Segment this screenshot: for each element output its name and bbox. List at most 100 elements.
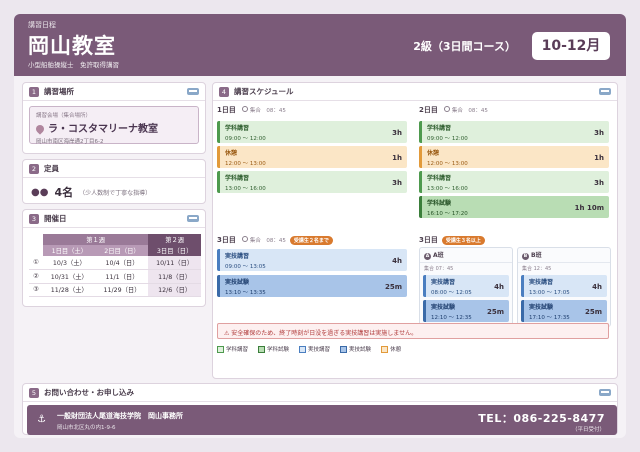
map-pin-icon xyxy=(34,123,46,135)
day1-column: 1日目 集合 08：45 学科講習 09:00 ～ 12:00 3h 休憩 12… xyxy=(217,105,413,229)
meet-time: 集合 08：45 xyxy=(241,236,286,244)
col-day3: 3日目（日） xyxy=(148,245,201,256)
group-b-header: B B班 xyxy=(518,248,610,263)
people-icon: ●● xyxy=(31,186,49,198)
group-a-header: A A班 xyxy=(420,248,512,263)
schedule-card-header: 4 講習スケジュール xyxy=(213,83,617,101)
practical-exam-block: 実技試験 12:10 ～ 12:35 25m xyxy=(423,300,509,322)
business-hours: （平日受付） xyxy=(571,427,605,433)
practical-exam-block: 実技試験 17:10 ～ 17:35 25m xyxy=(521,300,607,322)
practical-block: 実技講習 08:00 ～ 12:05 4h xyxy=(423,275,509,297)
lecture-block: 学科講習 13:00 ～ 16:00 3h xyxy=(419,171,609,193)
section-number: 3 xyxy=(29,213,39,224)
venue-box: 講習会場（集合場所） ラ・コスタマリーナ教室 岡山市南区海岸通2丁目6-2 xyxy=(29,106,199,145)
clock-icon xyxy=(241,236,248,242)
date-cell: 10/4（日） xyxy=(95,256,149,270)
bus-icon xyxy=(187,215,199,222)
schedule-card: 4 講習スケジュール 1日目 集合 08：45 学科講習 09:00 ～ 12:… xyxy=(212,82,618,379)
date-cell: 11/1（日） xyxy=(95,269,149,284)
section-number: 1 xyxy=(29,86,39,97)
anchor-icon: ⚓ xyxy=(37,414,46,425)
legend-item: 学科講習 xyxy=(217,345,248,353)
bus-icon xyxy=(599,88,611,95)
legend-swatch xyxy=(299,346,307,353)
break-block: 休憩 12:00 ～ 13:00 1h xyxy=(419,146,609,168)
clock-icon xyxy=(241,106,248,112)
legend-swatch xyxy=(258,346,266,353)
day3-large-header: 3日目 受講生３名以上 xyxy=(419,235,615,245)
contact-banner: ⚓ 一般財団法人尾道海技学院 岡山事務所 岡山市北区丸の内1-9-6 TEL：0… xyxy=(27,405,617,435)
header-subtitle: 小型船舶操縦士 免許取得講習 xyxy=(28,61,119,69)
group-a: A A班 集合 07：45 実技講習 08:00 ～ 12:05 4h 実技試験 … xyxy=(419,247,513,327)
section-number: 4 xyxy=(219,86,229,97)
lecture-block: 学科講習 09:00 ～ 12:00 3h xyxy=(217,121,407,143)
page-title: 岡山教室 xyxy=(28,34,116,58)
legend-swatch xyxy=(381,346,389,353)
venue-card: 1 講習場所 講習会場（集合場所） ラ・コスタマリーナ教室 岡山市南区海岸通2丁… xyxy=(22,82,206,154)
lecture-block: 学科講習 13:00 ～ 16:00 3h xyxy=(217,171,407,193)
section-number: 5 xyxy=(29,387,39,398)
clock-icon xyxy=(443,106,450,112)
row-number: ① xyxy=(29,256,43,270)
section-number: 2 xyxy=(29,163,39,174)
bus-icon xyxy=(187,88,199,95)
date-cell: 10/11（日） xyxy=(148,256,201,270)
venue-card-header: 1 講習場所 xyxy=(23,83,205,101)
break-block: 休憩 12:00 ～ 13:00 1h xyxy=(217,146,407,168)
schedule-legend: 学科講習 学科試験 実技講習 実技試験 休憩 xyxy=(217,345,401,353)
date-cell: 11/8（日） xyxy=(148,269,201,284)
section-title: お問い合わせ・お申し込み xyxy=(44,388,134,397)
practical-block: 実技講習 09:00 ～ 13:05 4h xyxy=(217,249,407,271)
schedule-sheet: 講習日程 岡山教室 小型船舶操縦士 免許取得講習 2級（3日間コース） 10-1… xyxy=(14,14,626,438)
capacity-note: （少人数制で丁寧な指導） xyxy=(79,189,152,197)
capacity-card: 2 定員 ●● 4名 （少人数制で丁寧な指導） xyxy=(22,159,206,204)
date-cell: 11/28（土） xyxy=(43,283,96,297)
dates-card: 3 開催日 第１週 第２週 1日目（土） 2日目（日） 3日目（日） ① 10/… xyxy=(22,209,206,307)
organization-address: 岡山市北区丸の内1-9-6 xyxy=(57,425,116,431)
day1-header: 1日目 集合 08：45 xyxy=(217,105,413,115)
practical-exam-block: 実技試験 13:10 ～ 13:35 25m xyxy=(217,275,407,297)
organization-name: 一般財団法人尾道海技学院 岡山事務所 xyxy=(57,412,183,420)
date-cell: 10/3（土） xyxy=(43,256,96,270)
table-row: ① 10/3（土） 10/4（日） 10/11（日） xyxy=(29,256,201,270)
lecture-exam-block: 学科試験 16:10 ～ 17:20 1h 10m xyxy=(419,196,609,218)
date-cell: 10/31（土） xyxy=(43,269,96,284)
group-a-icon: A xyxy=(424,253,431,260)
bus-icon xyxy=(599,389,611,396)
table-row: ② 10/31（土） 11/1（日） 11/8（日） xyxy=(29,269,201,284)
venue-label: 講習会場（集合場所） xyxy=(36,113,92,119)
legend-item: 実技試験 xyxy=(340,345,371,353)
group-a-meet: 集合 07：45 xyxy=(424,266,454,272)
row-number: ③ xyxy=(29,283,43,297)
date-cell: 12/6（日） xyxy=(148,283,201,297)
venue-name-row: ラ・コスタマリーナ教室 xyxy=(34,120,192,135)
section-title: 開催日 xyxy=(44,214,67,223)
day3-small-column: 3日目 集合 08：45 受講生２名まで 実技講習 09:00 ～ 13:05 … xyxy=(217,235,413,319)
legend-swatch xyxy=(217,346,224,353)
phone-number[interactable]: TEL：086-225-8477 xyxy=(478,410,605,426)
meet-time: 集合 08：45 xyxy=(241,106,286,114)
day2-column: 2日目 集合 08：45 学科講習 09:00 ～ 12:00 3h 休憩 12… xyxy=(419,105,615,229)
legend-item: 実技講習 xyxy=(299,345,330,353)
dates-card-header: 3 開催日 xyxy=(23,210,205,228)
capacity-card-header: 2 定員 xyxy=(23,160,205,178)
lecture-block: 学科講習 09:00 ～ 12:00 3h xyxy=(419,121,609,143)
col-day2: 2日目（日） xyxy=(95,245,149,256)
week2-header: 第２週 xyxy=(148,234,201,245)
table-row: ③ 11/28（土） 11/29（日） 12/6（日） xyxy=(29,283,201,297)
months-badge: 10-12月 xyxy=(532,32,610,60)
capacity-value: 4名 xyxy=(54,186,74,199)
students-pill: 受講生２名まで xyxy=(289,235,333,245)
page-header: 講習日程 岡山教室 小型船舶操縦士 免許取得講習 2級（3日間コース） 10-1… xyxy=(14,14,626,76)
section-title: 定員 xyxy=(44,164,59,173)
section-title: 講習場所 xyxy=(44,87,74,96)
legend-item: 休憩 xyxy=(381,345,401,353)
section-title: 講習スケジュール xyxy=(234,87,294,96)
header-kicker: 講習日程 xyxy=(28,21,56,29)
students-pill: 受講生３名以上 xyxy=(441,235,485,245)
venue-address: 岡山市南区海岸通2丁目6-2 xyxy=(36,139,104,145)
col-day1: 1日目（土） xyxy=(43,245,96,256)
capacity-row: ●● 4名 （少人数制で丁寧な指導） xyxy=(23,178,205,206)
day-label: 3日目 xyxy=(217,236,236,244)
dates-table: 第１週 第２週 1日目（土） 2日目（日） 3日目（日） ① 10/3（土） 1… xyxy=(29,234,201,297)
